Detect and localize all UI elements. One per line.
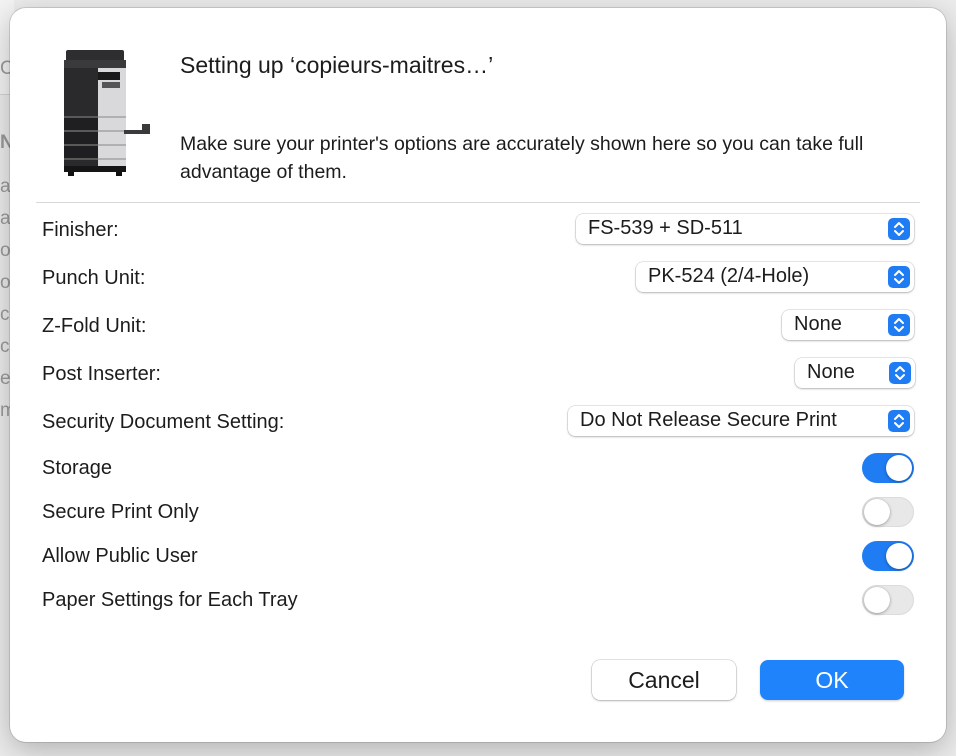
post-inserter-label: Post Inserter: — [42, 363, 161, 385]
ok-button[interactable]: OK — [760, 660, 904, 700]
storage-label: Storage — [42, 457, 113, 479]
dialog-description: Make sure your printer's options are acc… — [180, 133, 864, 183]
updown-chevron-icon — [888, 266, 910, 288]
paper-settings-toggle[interactable] — [862, 585, 914, 615]
security-document-value: Do Not Release Secure Print — [580, 409, 837, 431]
finisher-value: FS-539 + SD-511 — [588, 217, 743, 239]
security-document-select[interactable]: Do Not Release Secure Print — [568, 406, 914, 436]
secure-print-only-row: Secure Print Only — [42, 496, 914, 530]
finisher-row: Finisher: FS-539 + SD-511 — [42, 214, 914, 248]
zfold-unit-row: Z-Fold Unit: None — [42, 310, 914, 344]
allow-public-user-toggle[interactable] — [862, 541, 914, 571]
toggle-knob — [886, 543, 912, 569]
updown-chevron-icon — [889, 362, 911, 384]
punch-unit-select[interactable]: PK-524 (2/4-Hole) — [636, 262, 914, 292]
allow-public-user-row: Allow Public User — [42, 540, 914, 574]
updown-chevron-icon — [888, 410, 910, 432]
divider — [36, 202, 920, 203]
post-inserter-select[interactable]: None — [795, 358, 915, 388]
dialog-title: Setting up ‘copieurs-maitres…’ — [180, 52, 494, 78]
cancel-button[interactable]: Cancel — [592, 660, 736, 700]
secure-print-only-toggle[interactable] — [862, 497, 914, 527]
storage-toggle[interactable] — [862, 453, 914, 483]
printer-setup-dialog: Setting up ‘copieurs-maitres…’ Make sure… — [10, 8, 946, 742]
security-document-row: Security Document Setting: Do Not Releas… — [42, 406, 914, 440]
security-document-label: Security Document Setting: — [42, 411, 285, 433]
zfold-unit-label: Z-Fold Unit: — [42, 315, 147, 337]
zfold-unit-value: None — [794, 313, 842, 335]
finisher-select[interactable]: FS-539 + SD-511 — [576, 214, 914, 244]
paper-settings-row: Paper Settings for Each Tray — [42, 584, 914, 618]
post-inserter-row: Post Inserter: None — [42, 358, 915, 392]
storage-row: Storage — [42, 452, 914, 486]
toggle-knob — [864, 499, 890, 525]
finisher-label: Finisher: — [42, 219, 119, 241]
updown-chevron-icon — [888, 218, 910, 240]
punch-unit-row: Punch Unit: PK-524 (2/4-Hole) — [42, 262, 914, 296]
allow-public-user-label: Allow Public User — [42, 545, 198, 567]
toggle-knob — [886, 455, 912, 481]
secure-print-only-label: Secure Print Only — [42, 501, 199, 523]
updown-chevron-icon — [888, 314, 910, 336]
toggle-knob — [864, 587, 890, 613]
paper-settings-label: Paper Settings for Each Tray — [42, 589, 298, 611]
post-inserter-value: None — [807, 361, 855, 383]
zfold-unit-select[interactable]: None — [782, 310, 914, 340]
punch-unit-label: Punch Unit: — [42, 267, 146, 289]
printer-copier-icon — [58, 48, 154, 182]
punch-unit-value: PK-524 (2/4-Hole) — [648, 265, 810, 287]
